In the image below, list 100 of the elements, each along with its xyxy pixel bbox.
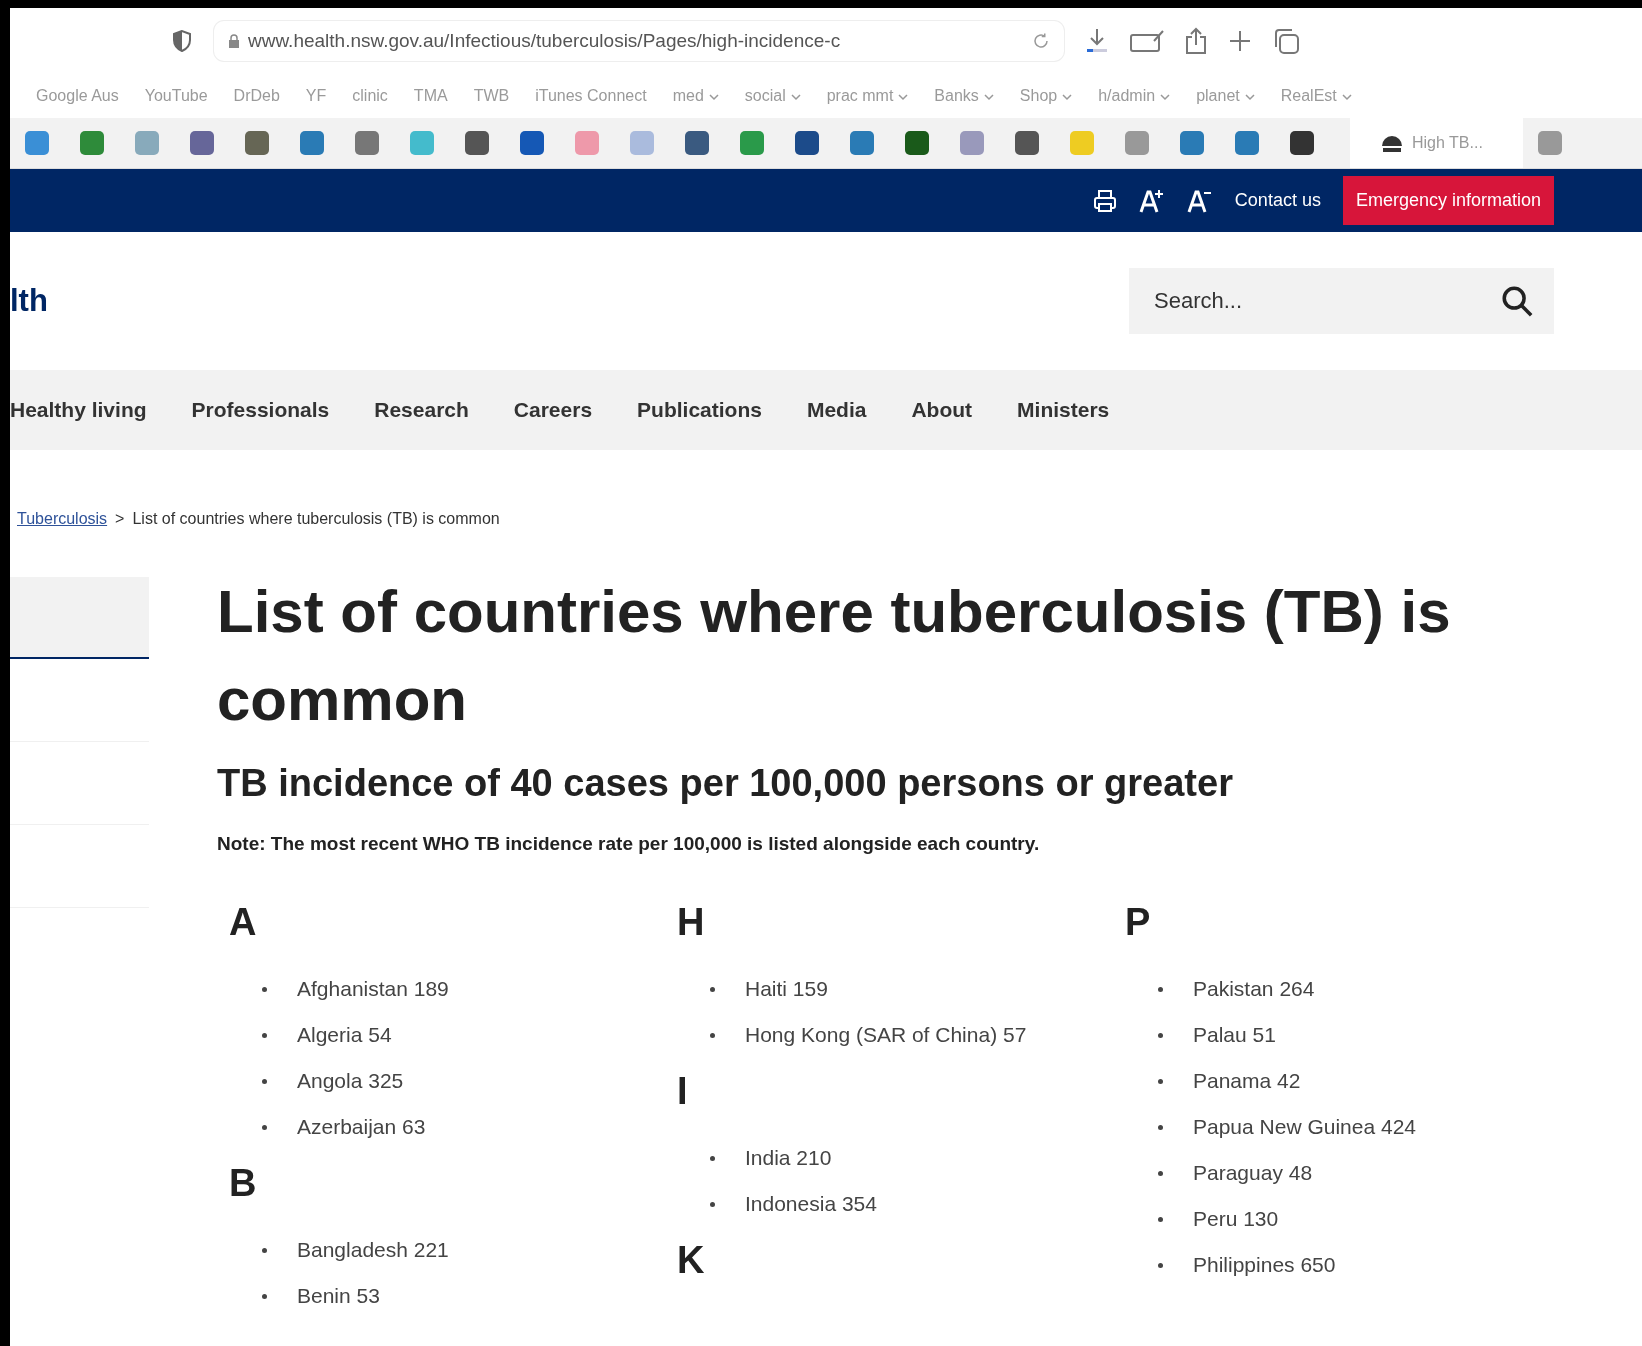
bullet-icon	[710, 1201, 715, 1207]
emergency-button[interactable]: Emergency information	[1342, 176, 1554, 225]
bookmark-link[interactable]: TMA	[413, 87, 448, 105]
bullet-icon	[262, 1078, 267, 1084]
bullet-icon	[262, 1032, 267, 1038]
page-title: List of countries where tuberculosis (TB) is common	[217, 577, 1452, 735]
bookmark-link[interactable]: social	[744, 87, 801, 105]
bullet-icon	[710, 986, 715, 992]
bookmark-link[interactable]: YouTube	[144, 87, 208, 105]
favicon-icon[interactable]	[520, 131, 544, 155]
breadcrumb-link[interactable]: Tuberculosis	[17, 510, 108, 528]
browser-tab[interactable]: High TB...	[1350, 118, 1523, 168]
bookmark-link[interactable]: iTunes Connect	[535, 87, 647, 105]
nav-item[interactable]: Ministers	[1017, 398, 1110, 422]
letter-heading: H	[677, 901, 706, 944]
country-item: Papua New Guinea 424	[1193, 1115, 1416, 1139]
lock-icon	[228, 34, 240, 48]
bookmark-link[interactable]: YF	[305, 87, 327, 105]
nav-item[interactable]: Healthy living	[10, 398, 147, 422]
text-increase-icon[interactable]	[1138, 187, 1165, 214]
bullet-icon	[1158, 1032, 1163, 1038]
favicon-icon[interactable]	[1015, 131, 1039, 155]
favicon-icon[interactable]	[905, 131, 929, 155]
nav-item[interactable]: About	[911, 398, 973, 422]
keyboard-icon[interactable]	[1130, 29, 1164, 53]
url-text: www.health.nsw.gov.au/Infectious/tuberculosis/Pages/high-incidence-c	[248, 30, 842, 52]
country-item: Philippines 650	[1193, 1253, 1336, 1277]
nav-item[interactable]: Professionals	[191, 398, 330, 422]
search-input[interactable]: Search...	[1152, 287, 1500, 315]
reload-icon[interactable]	[1032, 32, 1050, 50]
note-text: Note: The most recent WHO TB incidence rate per 100,000 is listed alongside each country.	[217, 833, 1041, 855]
country-item: Angola 325	[297, 1069, 404, 1093]
tabs-icon[interactable]	[1272, 27, 1300, 55]
nav-item[interactable]: Research	[374, 398, 469, 422]
bullet-icon	[1158, 1170, 1163, 1176]
search-icon[interactable]	[1500, 284, 1534, 318]
country-item: Hong Kong (SAR of China) 57	[745, 1023, 1027, 1047]
address-bar[interactable]: www.health.nsw.gov.au/Infectious/tuberculosis/Pages/high-incidence-c	[214, 21, 1064, 61]
favicon-icon[interactable]	[465, 131, 489, 155]
bookmark-link[interactable]: med	[672, 87, 719, 105]
download-icon[interactable]	[1084, 27, 1110, 55]
bookmark-link[interactable]: planet	[1196, 87, 1255, 105]
country-item: Afghanistan 189	[297, 977, 449, 1001]
country-item: Benin 53	[297, 1284, 380, 1308]
country-item: Bangladesh 221	[297, 1238, 449, 1262]
chevron-icon	[1062, 93, 1073, 101]
chevron-icon	[790, 93, 801, 101]
country-item: Algeria 54	[297, 1023, 392, 1047]
bookmark-link[interactable]: h/admin	[1098, 87, 1171, 105]
bullet-icon	[262, 1247, 267, 1253]
country-item: Haiti 159	[745, 977, 828, 1001]
nav-item[interactable]: Media	[806, 398, 867, 422]
bullet-icon	[262, 1124, 267, 1130]
chevron-icon	[1160, 93, 1171, 101]
plus-icon[interactable]	[1228, 29, 1252, 53]
bullet-icon	[1158, 1078, 1163, 1084]
country-item: Azerbaijan 63	[297, 1115, 426, 1139]
letter-heading: P	[1125, 901, 1152, 944]
bookmark-link[interactable]: TWB	[473, 87, 510, 105]
subtitle: TB incidence of 40 cases per 100,000 persons or greater	[217, 762, 1234, 805]
breadcrumb-current: List of countries where tuberculosis (TB) is common	[132, 510, 500, 528]
shield-icon[interactable]	[170, 29, 194, 53]
country-item: Pakistan 264	[1193, 977, 1315, 1001]
bullet-icon	[262, 1293, 267, 1299]
bookmark-link[interactable]: Google Aus	[36, 87, 119, 105]
bookmark-link[interactable]: Banks	[934, 87, 994, 105]
nav-item[interactable]: Publications	[637, 398, 762, 422]
country-item: Indonesia 354	[745, 1192, 877, 1216]
bullet-icon	[710, 1032, 715, 1038]
chevron-icon	[708, 93, 719, 101]
bookmark-link[interactable]: RealEst	[1280, 87, 1352, 105]
chevron-icon	[1244, 93, 1255, 101]
chevron-icon	[898, 93, 909, 101]
bookmark-link[interactable]: prac mmt	[826, 87, 909, 105]
bookmark-link[interactable]: clinic	[352, 87, 388, 105]
search-field[interactable]: Search...	[1129, 268, 1554, 334]
country-item: Palau 51	[1193, 1023, 1276, 1047]
bullet-icon	[1158, 1216, 1163, 1222]
bookmark-link[interactable]: DrDeb	[233, 87, 280, 105]
site-logo-text[interactable]: lth	[10, 283, 48, 319]
favicon-icon[interactable]	[190, 131, 214, 155]
print-icon[interactable]	[1092, 188, 1117, 213]
bookmark-link[interactable]: Shop	[1019, 87, 1073, 105]
country-item: Paraguay 48	[1193, 1161, 1313, 1185]
bullet-icon	[1158, 986, 1163, 992]
nav-item[interactable]: Careers	[513, 398, 593, 422]
country-item: India 210	[745, 1146, 832, 1170]
bullet-icon	[710, 1155, 715, 1161]
favicon-icon[interactable]	[795, 131, 819, 155]
favicon-icon[interactable]	[1290, 131, 1314, 155]
side-menu-item[interactable]	[10, 577, 149, 659]
letter-heading: A	[229, 901, 258, 944]
favicon-icon[interactable]	[245, 131, 269, 155]
share-icon[interactable]	[1184, 27, 1208, 55]
letter-heading: B	[229, 1162, 258, 1205]
letter-heading: I	[677, 1070, 689, 1113]
favicon-icon[interactable]	[685, 131, 709, 155]
bullet-icon	[262, 986, 267, 992]
contact-link[interactable]: Contact us	[1234, 190, 1321, 211]
letter-heading: K	[677, 1239, 706, 1282]
